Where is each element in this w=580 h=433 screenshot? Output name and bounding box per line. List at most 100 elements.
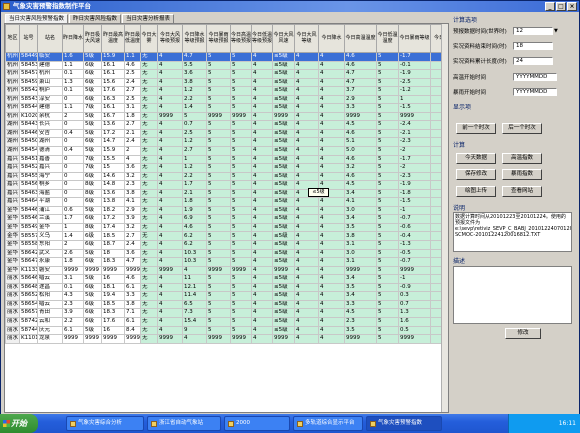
table-cell[interactable]: 5: [230, 128, 252, 139]
table-cell[interactable]: 14.7: [101, 137, 125, 147]
table-cell[interactable]: 5级: [83, 120, 102, 130]
table-cell[interactable]: -0.6: [398, 222, 431, 233]
table-cell[interactable]: 1.1: [62, 60, 84, 71]
table-cell[interactable]: 4: [318, 291, 345, 301]
table-cell[interactable]: 5: [376, 111, 399, 122]
table-row[interactable]: 金华 58446 浦江 0.6 5级 18.2 2.9 无 4 1.9 5 5 4 ≤5级 4 4 3.0 5 -1: [5, 205, 448, 216]
tab-today-warning[interactable]: 当日灾害风险预警指数: [5, 14, 69, 23]
table-cell[interactable]: 4: [318, 308, 345, 318]
table-cell[interactable]: ≤5级: [272, 60, 295, 71]
table-cell[interactable]: 金华: [5, 214, 20, 224]
table-cell[interactable]: 4: [157, 222, 183, 233]
table-cell[interactable]: 4: [294, 257, 319, 267]
table-cell[interactable]: 58544: [19, 103, 38, 113]
table-cell[interactable]: 1.8: [182, 197, 207, 207]
table-cell[interactable]: 0: [62, 197, 84, 207]
table-cell[interactable]: -1.3: [398, 240, 431, 250]
table-cell[interactable]: 5: [376, 171, 399, 182]
table-cell[interactable]: 4: [251, 205, 273, 216]
table-cell[interactable]: 4.6: [344, 154, 377, 165]
table-cell[interactable]: 金华: [5, 248, 20, 259]
table-cell[interactable]: 4.1: [124, 197, 141, 207]
table-cell[interactable]: -1.2: [398, 86, 431, 96]
table-cell[interactable]: 6级: [83, 257, 102, 267]
table-cell[interactable]: -2.4: [398, 120, 431, 130]
task-item-1[interactable]: 气象灾害综合分析: [66, 416, 144, 431]
table-cell[interactable]: 4: [294, 248, 319, 259]
table-cell[interactable]: 5: [230, 154, 252, 165]
table-cell[interactable]: 19.4: [101, 291, 125, 301]
table-cell[interactable]: 18.1: [101, 282, 125, 293]
table-cell[interactable]: ≤5级: [272, 137, 295, 147]
table-cell[interactable]: 无: [140, 137, 158, 147]
table-cell[interactable]: 4: [294, 205, 319, 216]
table-cell[interactable]: 4: [251, 291, 273, 301]
table-cell[interactable]: 4: [318, 248, 345, 259]
table-cell[interactable]: 杭州: [5, 69, 20, 79]
table-cell[interactable]: 无: [140, 69, 158, 79]
prev-time-button[interactable]: 前一个时次: [456, 123, 496, 134]
table-cell[interactable]: 5: [376, 222, 399, 233]
table-cell[interactable]: 4: [294, 291, 319, 301]
table-cell[interactable]: 5: [230, 240, 252, 250]
table-cell[interactable]: ≤5级: [272, 291, 295, 301]
table-cell[interactable]: 余杭: [37, 111, 63, 122]
table-cell[interactable]: 4: [294, 103, 319, 113]
table-cell[interactable]: 3.1: [62, 274, 84, 284]
table-cell[interactable]: 4: [318, 103, 345, 113]
high-temp-index-button[interactable]: 高温指数: [502, 153, 542, 164]
table-row[interactable]: 嘉兴58463海盐08级13.63.8无42.1554≤5级443.45-1.8: [5, 188, 448, 199]
table-cell[interactable]: 7级: [83, 103, 102, 113]
table-cell[interactable]: -2: [398, 163, 431, 173]
table-cell[interactable]: 丽水: [5, 291, 20, 301]
table-row[interactable]: 金华 58647 永康 1.8 6级 18.3 4.7 无 4 10.3 5 5 4 ≤5级 4 4 3.1 5-…: [5, 257, 448, 267]
table-cell[interactable]: 4: [251, 299, 273, 310]
table-cell[interactable]: ≤5级: [272, 180, 295, 190]
table-cell[interactable]: 5: [206, 282, 231, 293]
table-cell[interactable]: 4: [318, 120, 345, 130]
table-cell[interactable]: 0.1: [62, 69, 84, 79]
table-cell[interactable]: 15.9: [101, 52, 125, 62]
heat-start-input[interactable]: YYYYMMDD: [513, 72, 557, 81]
column-header[interactable]: 站名: [37, 24, 63, 53]
plot-upload-button[interactable]: 绘图上传: [456, 186, 496, 197]
table-cell[interactable]: 5级: [83, 86, 102, 96]
table-cell[interactable]: 3.1: [124, 103, 141, 113]
table-cell[interactable]: 5: [376, 231, 399, 242]
table-row[interactable]: 丽水 58646 缙云 3.1 5级 16 4.6 无 4 11 5 5 4 ≤5级 4 4 3.4 5 -1: [5, 274, 448, 284]
table-cell[interactable]: 4: [157, 248, 183, 259]
table-cell[interactable]: 5: [206, 257, 231, 267]
table-cell[interactable]: 4: [157, 197, 183, 207]
table-cell[interactable]: -0.9: [398, 282, 431, 293]
table-cell[interactable]: 海盐: [37, 188, 63, 199]
table-row[interactable]: 丽水 58744 庆元 6.1 5级 16 8.4 无 4 9 5 5 4 ≤5级 4 4 3.5 5 0.5: [5, 325, 448, 336]
table-cell[interactable]: 2.3: [62, 299, 84, 310]
save-edits-button[interactable]: 保存修改: [456, 169, 496, 180]
table-cell[interactable]: 9999: [83, 334, 102, 344]
table-cell[interactable]: 0.1: [62, 86, 84, 96]
table-cell[interactable]: 4: [251, 137, 273, 147]
table-cell[interactable]: 5: [206, 86, 231, 96]
table-cell[interactable]: 6.9: [182, 214, 207, 224]
table-cell[interactable]: 6级: [83, 282, 102, 293]
table-cell[interactable]: 58742: [19, 316, 38, 327]
table-cell[interactable]: 5: [206, 69, 231, 79]
table-cell[interactable]: 5: [376, 137, 399, 147]
table-cell[interactable]: 14.6: [101, 171, 125, 182]
table-cell[interactable]: 无: [140, 111, 158, 122]
table-cell[interactable]: 3.8: [182, 77, 207, 88]
table-cell[interactable]: 58455: [19, 171, 38, 182]
table-cell[interactable]: 5: [230, 214, 252, 224]
table-cell[interactable]: 4: [318, 240, 345, 250]
table-cell[interactable]: 无: [140, 274, 158, 284]
table-cell[interactable]: 5: [376, 60, 399, 71]
table-cell[interactable]: 13.8: [101, 197, 125, 207]
table-cell[interactable]: 4: [157, 137, 183, 147]
table-cell[interactable]: 1.4: [62, 231, 84, 242]
table-cell[interactable]: 58464: [19, 197, 38, 207]
table-cell[interactable]: 3.4: [344, 274, 377, 284]
table-cell[interactable]: 2.6: [62, 248, 84, 259]
table-cell[interactable]: -1.9: [398, 69, 431, 79]
table-cell[interactable]: 9999: [230, 265, 252, 276]
column-header[interactable]: 今日降水等级预报: [182, 24, 207, 53]
